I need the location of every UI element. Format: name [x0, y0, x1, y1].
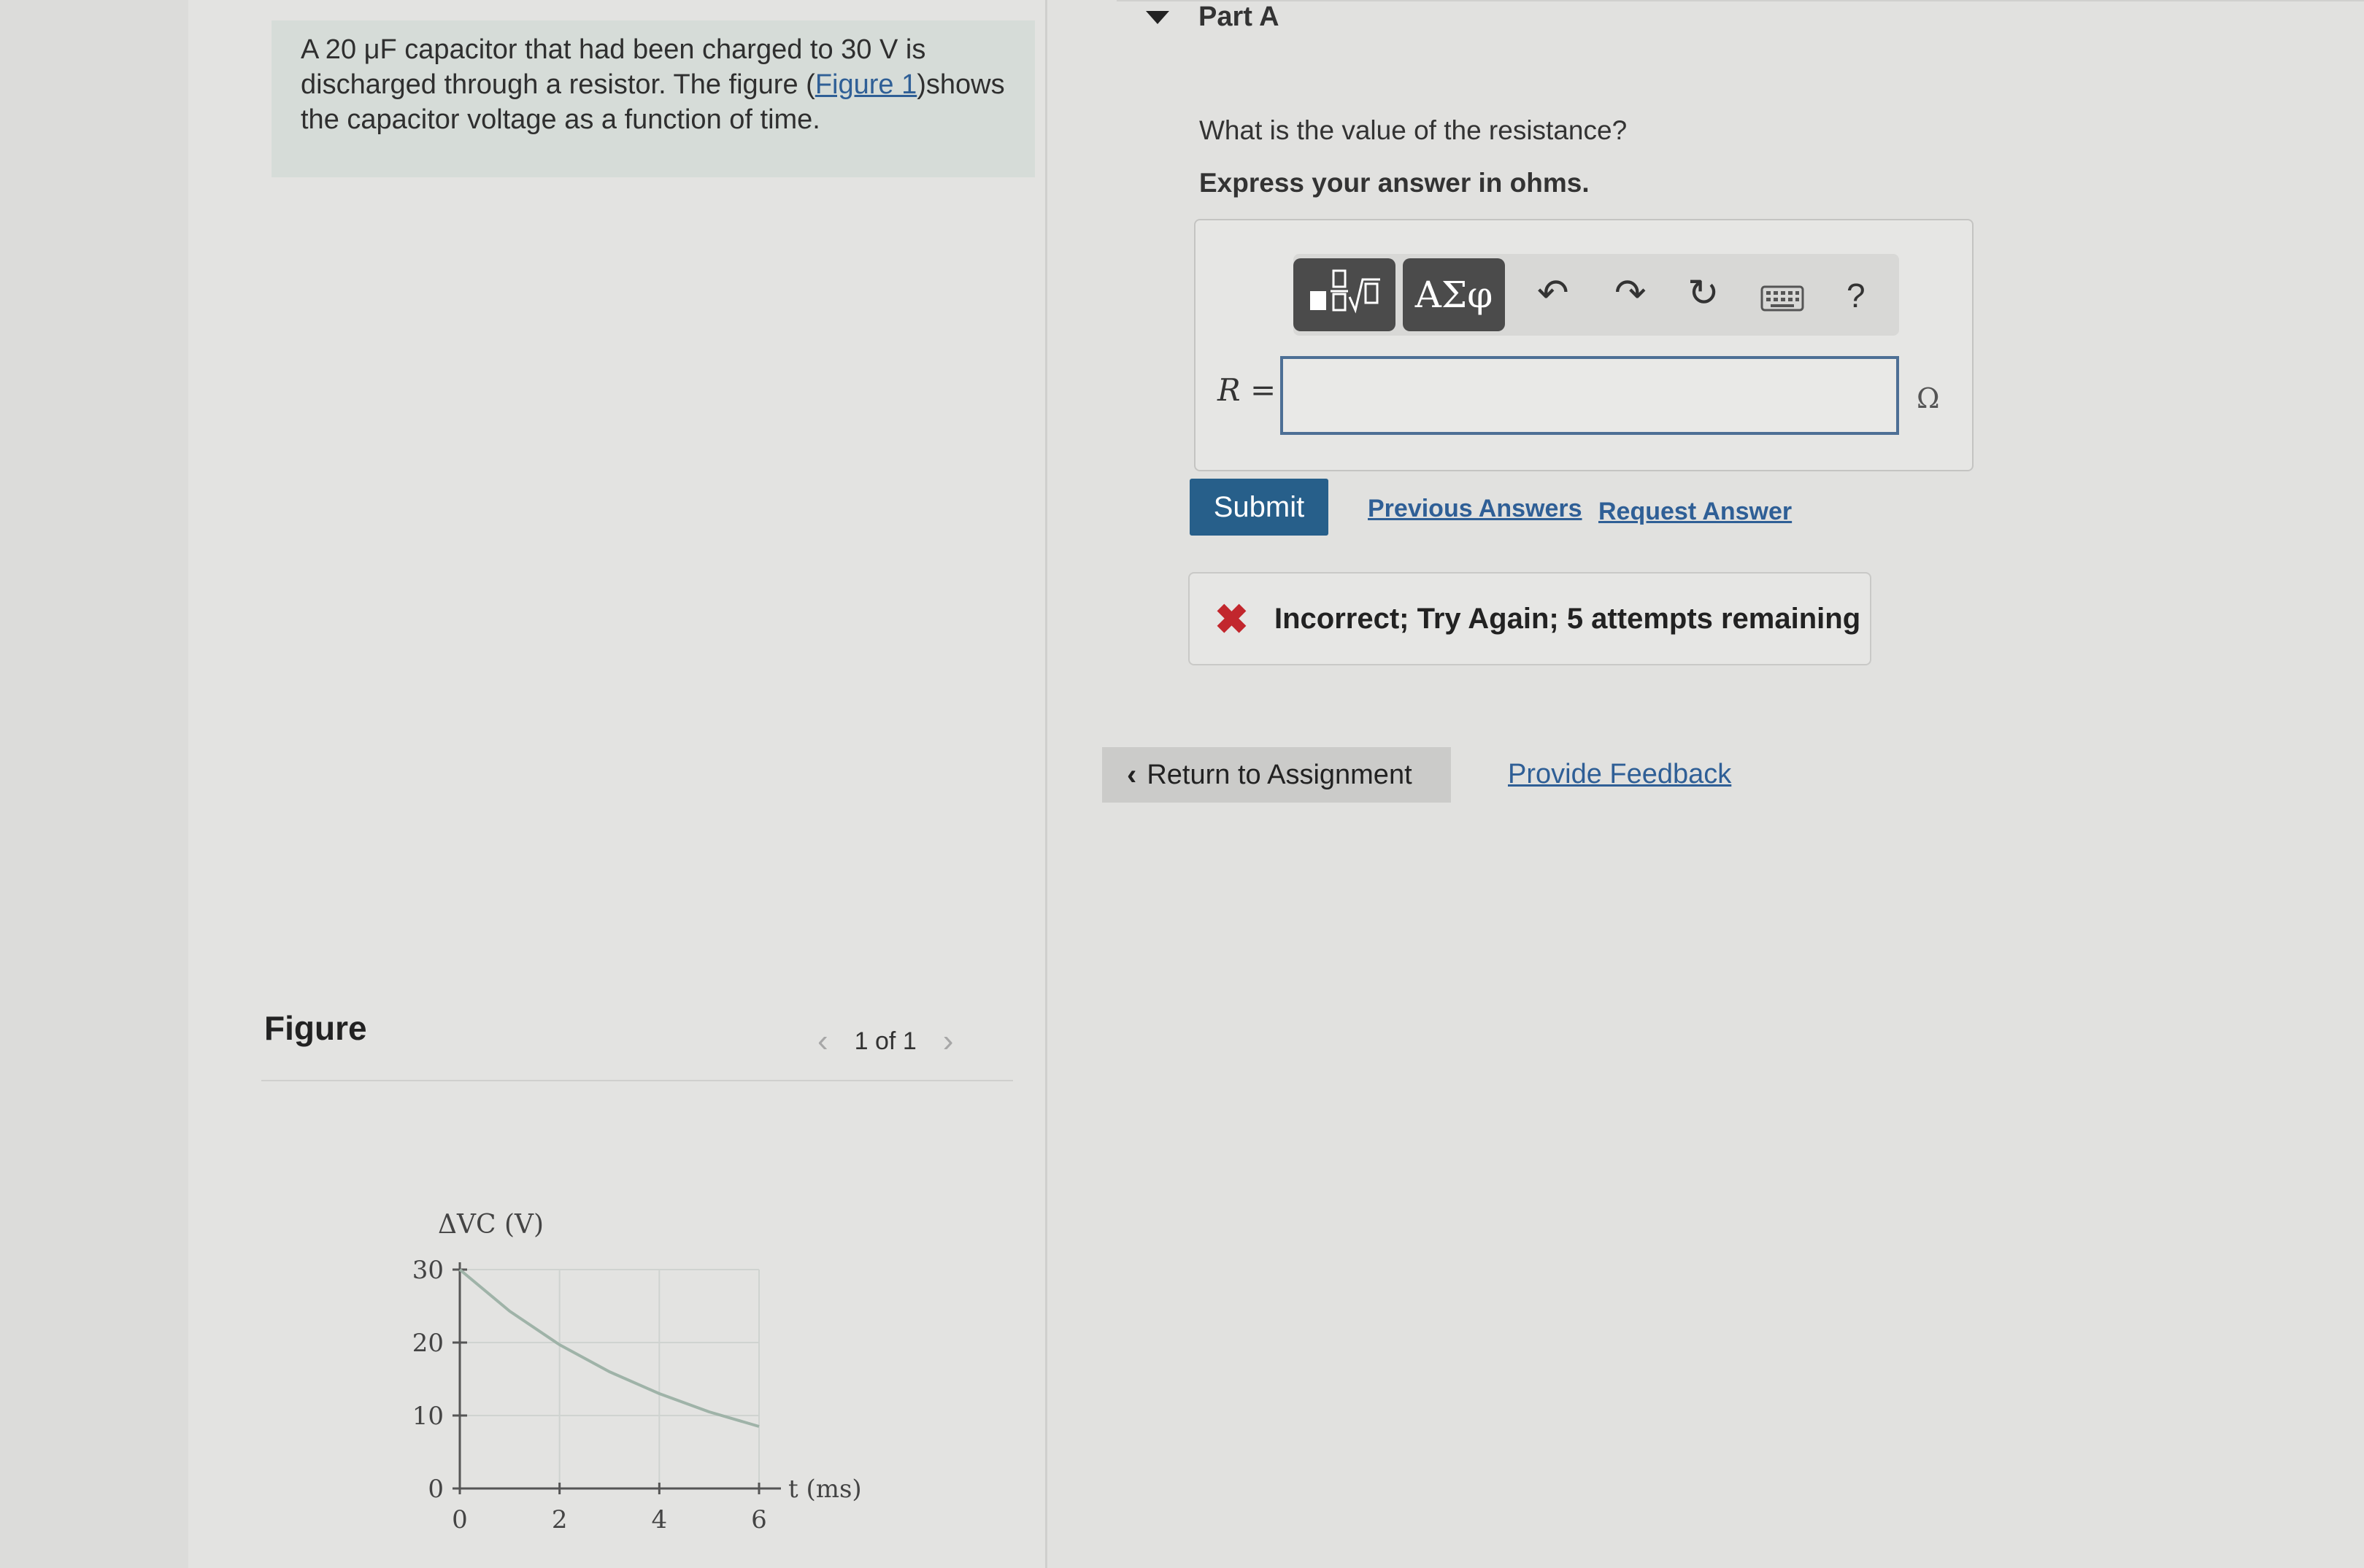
pane-divider[interactable]: [1045, 0, 1047, 1568]
keyboard-icon[interactable]: [1760, 279, 1804, 323]
chevron-right-icon[interactable]: ›: [943, 1023, 954, 1059]
math-toolbar: ΑΣφ ↶ ↷ ↻ ?: [1293, 254, 1899, 336]
request-answer-link[interactable]: Request Answer: [1598, 498, 1792, 526]
answer-panel: ΑΣφ ↶ ↷ ↻ ? R = Ω: [1194, 219, 1974, 471]
submit-button[interactable]: Submit: [1190, 479, 1328, 536]
symbols-button[interactable]: ΑΣφ: [1403, 258, 1505, 331]
undo-icon[interactable]: ↶: [1537, 271, 1569, 315]
figure-pager: ‹ 1 of 1 ›: [817, 1023, 953, 1059]
voltage-curve: [458, 1268, 760, 1428]
part-title: Part A: [1198, 1, 1279, 32]
unit-label: Ω: [1917, 382, 1940, 414]
refresh-icon[interactable]: ↻: [1687, 271, 1720, 315]
chevron-left-icon: ‹: [1127, 758, 1137, 791]
figure-link[interactable]: Figure 1: [815, 69, 917, 100]
instruction-text: Express your answer in ohms.: [1199, 168, 1590, 198]
part-header-rule: [1117, 0, 2364, 1]
feedback-message: Incorrect; Try Again; 5 attempts remaini…: [1274, 603, 1861, 635]
pager-text: 1 of 1: [854, 1027, 917, 1055]
redo-icon[interactable]: ↷: [1614, 271, 1647, 315]
x-tick-label: 4: [652, 1505, 668, 1534]
figure-divider: [261, 1080, 1013, 1081]
error-x-icon: ✖: [1214, 596, 1249, 642]
fraction-root-icon: [1304, 265, 1385, 325]
help-icon[interactable]: ?: [1847, 276, 1866, 315]
voltage-chart: 0 2 4 6 0 10 20 30 ΔVC (V) t (ms): [394, 1197, 876, 1547]
y-tick-label: 10: [412, 1402, 444, 1431]
y-tick-label: 0: [428, 1475, 444, 1504]
figure-title: Figure: [264, 1009, 367, 1047]
resistance-input[interactable]: [1280, 356, 1899, 435]
previous-answers-link[interactable]: Previous Answers: [1368, 495, 1582, 523]
x-axis-label: t (ms): [788, 1475, 862, 1504]
templates-button[interactable]: [1293, 258, 1395, 331]
feedback-message-box: ✖ Incorrect; Try Again; 5 attempts remai…: [1188, 572, 1871, 665]
problem-statement: A 20 μF capacitor that had been charged …: [272, 20, 1035, 177]
x-tick-label: 6: [751, 1505, 767, 1534]
question-text: What is the value of the resistance?: [1199, 115, 1628, 145]
y-tick-label: 30: [412, 1256, 444, 1285]
x-tick-label: 2: [552, 1505, 568, 1534]
x-tick-label: 0: [452, 1505, 468, 1534]
y-tick-label: 20: [412, 1329, 444, 1358]
provide-feedback-link[interactable]: Provide Feedback: [1508, 759, 1731, 790]
return-label: Return to Assignment: [1147, 759, 1412, 790]
part-a-header[interactable]: Part A: [1146, 1, 1279, 33]
return-to-assignment-button[interactable]: ‹ Return to Assignment: [1102, 747, 1451, 803]
answer-label: R =: [1217, 372, 1277, 408]
y-axis-label: ΔVC (V): [438, 1210, 544, 1240]
chevron-left-icon[interactable]: ‹: [817, 1023, 828, 1059]
chart-svg: 0 2 4 6 0 10 20 30 ΔVC (V) t (ms): [412, 1210, 862, 1534]
triangle-down-icon[interactable]: [1146, 10, 1169, 24]
